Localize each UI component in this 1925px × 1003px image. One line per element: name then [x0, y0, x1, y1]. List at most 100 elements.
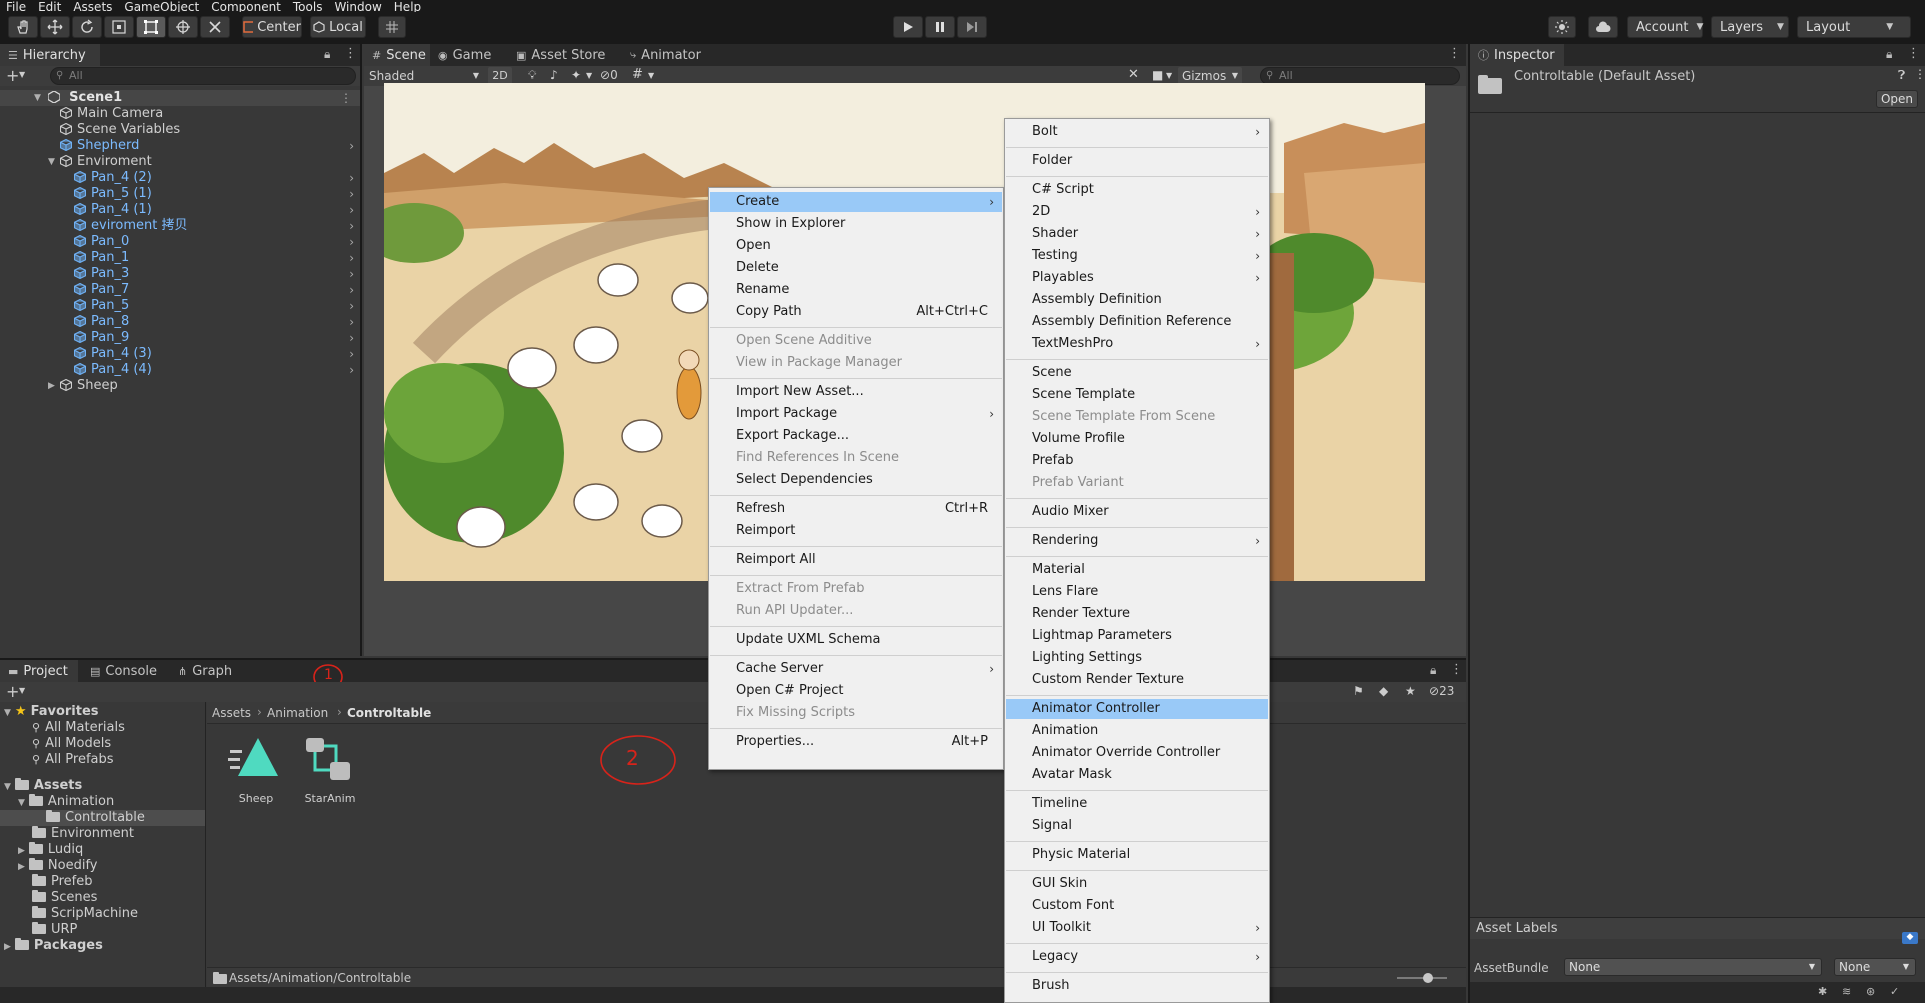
layers-dropdown[interactable]: Layers ▼ — [1711, 16, 1789, 38]
hierarchy-item-pan-9[interactable]: Pan_9 › — [0, 330, 360, 346]
menu-item-shader[interactable]: Shader › — [1006, 224, 1268, 244]
expand-arrow-icon[interactable]: ▶ — [18, 846, 25, 856]
menu-item-extract-from-prefab[interactable]: Extract From Prefab — [710, 579, 1002, 599]
menu-edit[interactable]: Edit — [32, 1, 67, 12]
camera-icon[interactable]: ■ — [1152, 68, 1163, 82]
rotate-tool-button[interactable] — [72, 16, 102, 38]
help-icon[interactable]: ❓︎ — [1898, 68, 1905, 83]
tab-scene[interactable]: # Scene — [364, 44, 430, 66]
menu-item-rename[interactable]: Rename — [710, 280, 1002, 300]
favorite-all-materials[interactable]: ⚲ All Materials — [32, 720, 125, 736]
tree-animation[interactable]: ▼ Animation — [18, 794, 114, 810]
kebab-menu-icon[interactable]: ⋮ — [1448, 46, 1461, 61]
kebab-menu-icon[interactable]: ⋮ — [1907, 46, 1920, 61]
menu-item-assembly-definition[interactable]: Assembly Definition — [1006, 290, 1268, 310]
menu-item-lighting-settings[interactable]: Lighting Settings — [1006, 648, 1268, 668]
menu-item-folder[interactable]: Folder — [1006, 151, 1268, 171]
chevron-down-icon[interactable]: ▼ — [648, 71, 654, 80]
chevron-right-icon[interactable]: › — [349, 362, 354, 378]
check-icon[interactable]: ✓ — [1890, 985, 1899, 998]
menu-item-run-api-updater[interactable]: Run API Updater... — [710, 601, 1002, 621]
menu-item-bolt[interactable]: Bolt › — [1006, 122, 1268, 142]
menu-item-avatar-mask[interactable]: Avatar Mask — [1006, 765, 1268, 785]
lock-icon[interactable]: 🔒︎ — [1886, 47, 1892, 62]
add-icon[interactable]: + — [6, 682, 19, 701]
kebab-menu-icon[interactable]: ⋮ — [340, 90, 352, 106]
expand-arrow-icon[interactable]: ▶ — [4, 942, 11, 952]
menu-item-reimport[interactable]: Reimport — [710, 521, 1002, 541]
menu-item-animator-controller[interactable]: Animator Controller — [1006, 699, 1268, 719]
chevron-down-icon[interactable]: ▼ — [586, 71, 592, 80]
hierarchy-item-enviroment[interactable]: ▼ Enviroment — [0, 154, 360, 170]
kebab-menu-icon[interactable]: ⋮ — [344, 46, 357, 61]
stack-icon[interactable]: ≋ — [1842, 985, 1851, 998]
expand-arrow-icon[interactable]: ▼ — [4, 708, 11, 718]
services-button[interactable] — [1548, 16, 1576, 38]
expand-arrow-icon[interactable]: ▶ — [48, 378, 55, 394]
tab-project[interactable]: ▬ Project — [0, 660, 78, 682]
lock-icon[interactable]: 🔒︎ — [1430, 663, 1436, 678]
hierarchy-item-eviroment[interactable]: eviroment 拷贝 › — [0, 218, 360, 234]
menu-item-c-script[interactable]: C# Script — [1006, 180, 1268, 200]
hand-tool-button[interactable] — [8, 16, 38, 38]
move-tool-button[interactable] — [40, 16, 70, 38]
lock-icon[interactable]: 🔒︎ — [324, 47, 330, 62]
menu-item-prefab[interactable]: Prefab — [1006, 451, 1268, 471]
filter-type-icon[interactable]: ⚑ — [1353, 684, 1364, 698]
hierarchy-search-input[interactable]: ⚲ All — [50, 67, 356, 85]
grid-snap-button[interactable] — [378, 16, 406, 38]
pause-button[interactable] — [925, 16, 955, 38]
menu-item-reimport-all[interactable]: Reimport All — [710, 550, 1002, 570]
menu-tools[interactable]: Tools — [287, 1, 329, 12]
chevron-right-icon[interactable]: › — [349, 314, 354, 330]
breadcrumb-animation[interactable]: Animation — [267, 706, 328, 720]
expand-arrow-icon[interactable]: ▼ — [48, 154, 55, 170]
hierarchy-item-pan-3[interactable]: Pan_3 › — [0, 266, 360, 282]
tools-icon[interactable]: ✕ — [1128, 67, 1139, 82]
menu-assets[interactable]: Assets — [67, 1, 118, 12]
menu-item-open-scene-additive[interactable]: Open Scene Additive — [710, 331, 1002, 351]
expand-arrow-icon[interactable]: ▼ — [18, 798, 25, 808]
hierarchy-scene-row[interactable]: ▼ Scene1 ⋮ — [0, 90, 360, 106]
file-item-staranim[interactable]: StarAnim — [300, 734, 360, 810]
menu-item-open[interactable]: Open — [710, 236, 1002, 256]
play-button[interactable] — [893, 16, 923, 38]
menu-item-show-in-explorer[interactable]: Show in Explorer — [710, 214, 1002, 234]
tab-asset-store[interactable]: ▣ Asset Store — [508, 44, 613, 66]
menu-item-scene-template-from-scene[interactable]: Scene Template From Scene — [1006, 407, 1268, 427]
hierarchy-item-main-camera[interactable]: Main Camera — [0, 106, 360, 122]
pivot-center-toggle[interactable]: Center — [242, 16, 302, 38]
menu-item-update-uxml-schema[interactable]: Update UXML Schema — [710, 630, 1002, 650]
menu-item-custom-font[interactable]: Custom Font — [1006, 896, 1268, 916]
chevron-down-icon[interactable]: ▼ — [19, 70, 25, 79]
menu-item-view-in-package-manager[interactable]: View in Package Manager — [710, 353, 1002, 373]
menu-item-delete[interactable]: Delete — [710, 258, 1002, 278]
assetbundle-dropdown[interactable]: None ▼ — [1564, 958, 1822, 976]
account-dropdown[interactable]: Account ▼ — [1627, 16, 1703, 38]
tree-urp[interactable]: URP — [32, 922, 77, 938]
menu-item-find-references-in-scene[interactable]: Find References In Scene — [710, 448, 1002, 468]
menu-item-physic-material[interactable]: Physic Material — [1006, 845, 1268, 865]
hierarchy-item-pan-4-4[interactable]: Pan_4 (4) › — [0, 362, 360, 378]
tab-console[interactable]: ▤ Console — [82, 660, 165, 682]
grid-icon[interactable]: # — [632, 67, 643, 82]
menu-item-2d[interactable]: 2D › — [1006, 202, 1268, 222]
expand-arrow-icon[interactable]: ▼ — [4, 782, 11, 792]
kebab-menu-icon[interactable]: ⋮ — [1914, 67, 1925, 81]
chevron-right-icon[interactable]: › — [349, 330, 354, 346]
tree-scenes[interactable]: Scenes — [32, 890, 97, 906]
expand-arrow-icon[interactable]: ▼ — [34, 90, 41, 106]
menu-item-testing[interactable]: Testing › — [1006, 246, 1268, 266]
menu-item-copy-path[interactable]: Copy Path Alt+Ctrl+C — [710, 302, 1002, 322]
tab-game[interactable]: ◉ Game — [430, 44, 499, 66]
chevron-down-icon[interactable]: ▼ — [1166, 71, 1172, 80]
menu-item-signal[interactable]: Signal — [1006, 816, 1268, 836]
scale-tool-button[interactable] — [104, 16, 134, 38]
pivot-local-toggle[interactable]: Local — [310, 16, 366, 38]
menu-component[interactable]: Component — [205, 1, 287, 12]
chevron-right-icon[interactable]: › — [349, 250, 354, 266]
menu-help[interactable]: Help — [388, 1, 427, 12]
menu-item-prefab-variant[interactable]: Prefab Variant — [1006, 473, 1268, 493]
favorite-all-models[interactable]: ⚲ All Models — [32, 736, 111, 752]
menu-item-export-package[interactable]: Export Package... — [710, 426, 1002, 446]
